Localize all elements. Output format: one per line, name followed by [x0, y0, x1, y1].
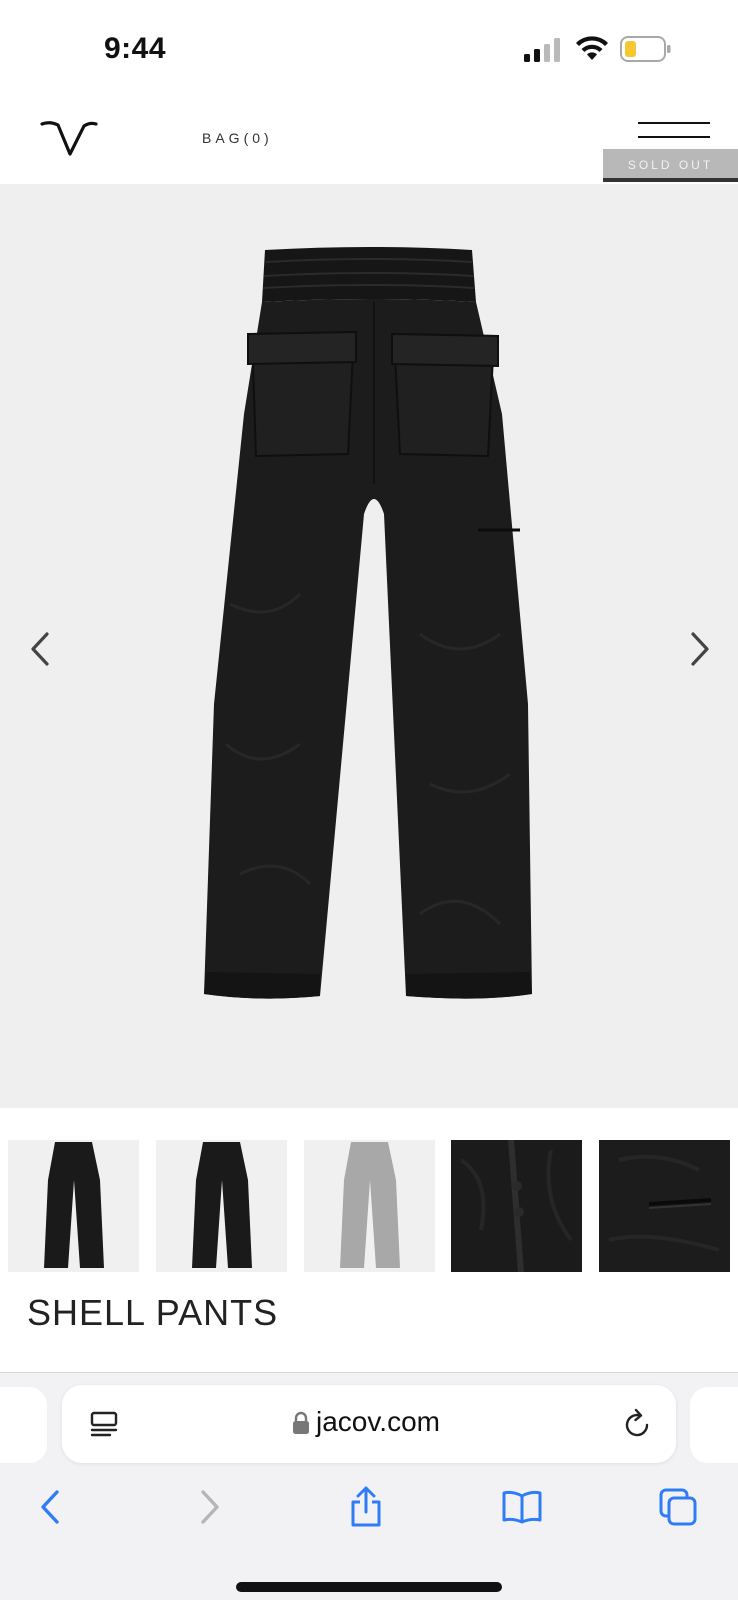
forward-icon	[201, 1490, 219, 1524]
next-tab-preview[interactable]	[690, 1387, 738, 1463]
shell-pants-image	[204, 247, 532, 999]
status-bar: 9:44	[0, 0, 738, 100]
bookmarks-button[interactable]	[500, 1485, 544, 1529]
pants-detail-pocket-thumbnail	[608, 1154, 720, 1252]
thumbnail-5[interactable]	[599, 1140, 730, 1272]
share-button[interactable]	[344, 1485, 388, 1529]
site-header: BAG(0) SOLD OUT	[0, 100, 738, 184]
product-title: SHELL PANTS	[27, 1292, 279, 1333]
home-indicator	[236, 1582, 502, 1592]
carousel-prev-button[interactable]	[20, 624, 60, 674]
lock-icon	[293, 1411, 309, 1434]
pants-front-thumbnail	[192, 1142, 252, 1268]
pants-detail-buttons-thumbnail	[459, 1140, 573, 1272]
url-text[interactable]: jacov.com	[316, 1406, 440, 1438]
thumbnail-1[interactable]	[8, 1140, 139, 1272]
tabs-icon	[659, 1488, 697, 1526]
battery-icon	[620, 36, 671, 62]
pants-back-thumbnail	[44, 1142, 104, 1268]
previous-tab-preview[interactable]	[0, 1387, 47, 1463]
reader-mode-icon[interactable]	[90, 1411, 118, 1441]
status-time: 9:44	[104, 32, 167, 65]
bookmarks-icon	[502, 1490, 542, 1524]
thumbnail-2[interactable]	[156, 1140, 287, 1272]
tabs-button[interactable]	[656, 1485, 700, 1529]
share-icon	[351, 1486, 381, 1527]
reload-icon[interactable]	[622, 1407, 652, 1439]
pants-grey-thumbnail	[340, 1142, 400, 1268]
thumbnail-4[interactable]	[451, 1140, 582, 1272]
carousel-next-button[interactable]	[680, 624, 720, 674]
back-button[interactable]	[28, 1485, 72, 1529]
thumbnail-strip	[0, 1140, 738, 1274]
cellular-signal-icon	[524, 38, 560, 62]
thumbnail-3[interactable]	[304, 1140, 435, 1272]
chevron-left-icon	[31, 632, 49, 666]
chevron-right-icon	[691, 632, 709, 666]
sold-out-badge: SOLD OUT	[603, 149, 738, 182]
forward-button[interactable]	[188, 1485, 232, 1529]
back-icon	[41, 1490, 59, 1524]
wifi-icon	[576, 36, 608, 60]
bag-link[interactable]: BAG(0)	[202, 130, 273, 146]
address-bar[interactable]: jacov.com	[62, 1385, 676, 1463]
v-logo-icon[interactable]	[40, 120, 98, 158]
price-peek	[126, 1360, 206, 1366]
product-hero-image[interactable]	[0, 184, 738, 1108]
browser-toolbar: jacov.com	[0, 1372, 738, 1600]
sold-out-label: SOLD OUT	[627, 158, 714, 172]
